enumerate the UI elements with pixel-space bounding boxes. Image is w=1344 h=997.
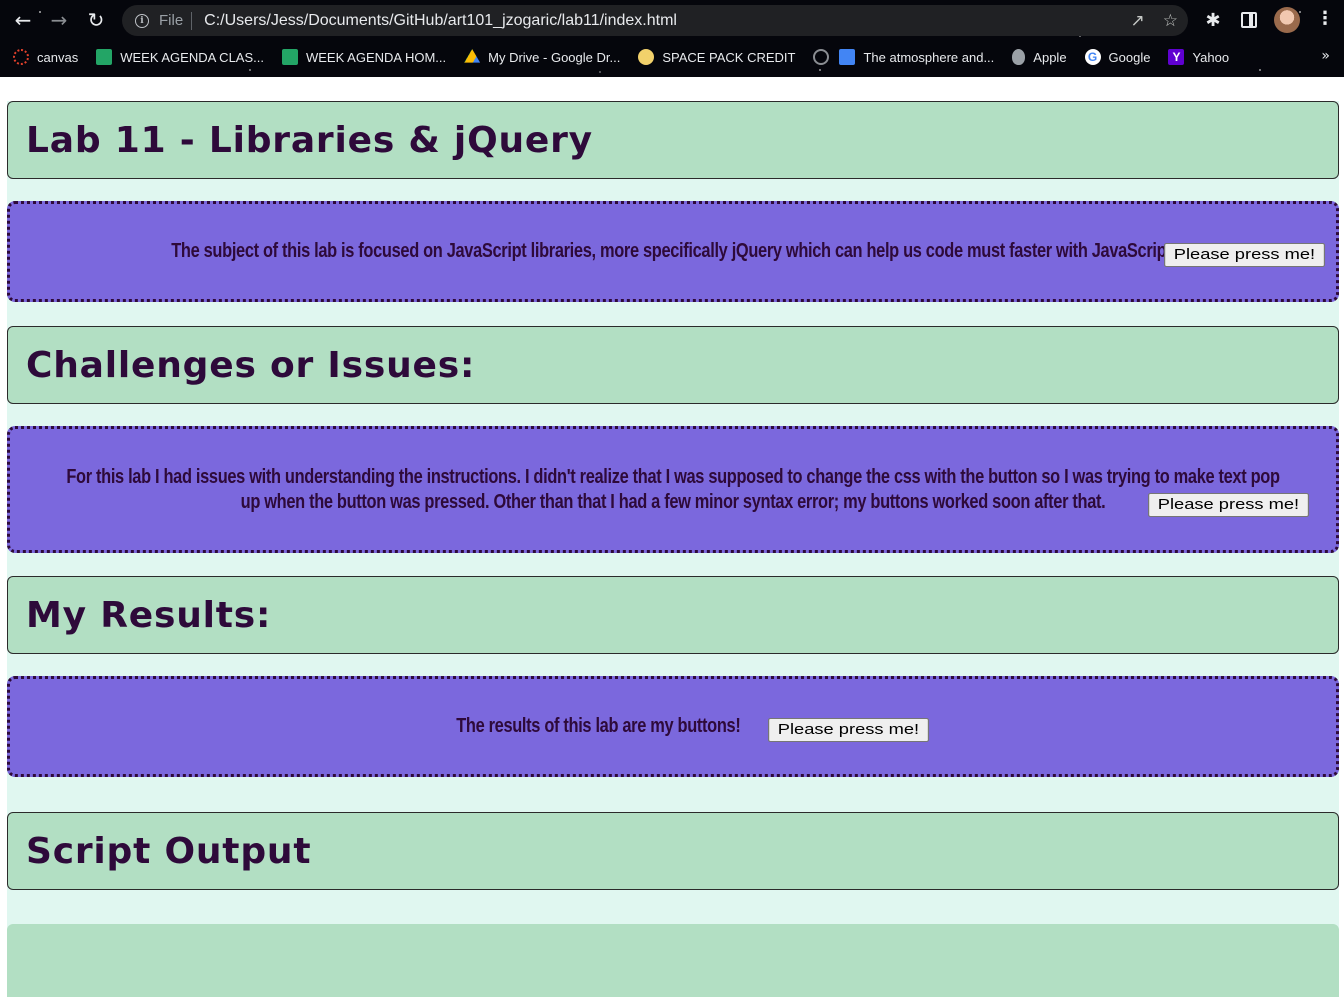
challenges-paragraph: For this lab I had issues with understan…	[62, 465, 1284, 515]
intro-paragraph: The subject of this lab is focused on Ja…	[170, 239, 1176, 264]
press-button-intro[interactable]: Please press me!	[1164, 243, 1326, 267]
bookmark-yahoo[interactable]: Y Yahoo	[1168, 49, 1229, 65]
google-drive-icon	[464, 49, 481, 63]
bookmark-canvas[interactable]: canvas	[13, 49, 78, 65]
script-output-area	[7, 924, 1339, 997]
profile-avatar[interactable]	[1274, 7, 1300, 33]
more-bookmarks-icon[interactable]: »	[1321, 48, 1330, 64]
bookmark-label: canvas	[37, 49, 79, 65]
google-sheets-icon	[281, 49, 298, 65]
web-page: Lab 11 - Libraries & jQuery The subject …	[0, 77, 1344, 997]
extensions-icon[interactable]: ✱	[1200, 7, 1226, 33]
bookmark-atmosphere[interactable]: The atmosphere and...	[839, 49, 994, 65]
press-button-challenges[interactable]: Please press me!	[1148, 493, 1309, 517]
bookmark-week-agenda-class[interactable]: WEEK AGENDA CLAS...	[96, 49, 264, 65]
bookmarks-bar: canvas WEEK AGENDA CLAS... WEEK AGENDA H…	[0, 45, 1344, 69]
bookmark-star-icon[interactable]: ☆	[1163, 11, 1178, 31]
bookmark-week-agenda-home[interactable]: WEEK AGENDA HOM...	[281, 49, 447, 65]
challenges-heading-box: Challenges or Issues:	[7, 326, 1339, 404]
address-divider	[191, 11, 193, 30]
bookmark-label: The atmosphere and...	[863, 49, 995, 65]
challenges-box: For this lab I had issues with understan…	[7, 426, 1339, 553]
press-button-results[interactable]: Please press me!	[768, 718, 929, 742]
bookmark-label: Apple	[1033, 49, 1067, 65]
reload-icon[interactable]: ↻	[82, 6, 110, 34]
intro-text: The subject of this lab is focused on Ja…	[170, 240, 1176, 262]
intro-box: The subject of this lab is focused on Ja…	[7, 201, 1339, 302]
bookmark-globe[interactable]	[813, 49, 830, 65]
bookmark-my-drive[interactable]: My Drive - Google Dr...	[464, 49, 620, 65]
challenges-heading: Challenges or Issues:	[26, 344, 476, 386]
menu-icon[interactable]: ⋮	[1316, 8, 1334, 29]
bookmark-label: My Drive - Google Dr...	[488, 49, 621, 65]
back-icon[interactable]: ←	[9, 6, 37, 34]
url-text[interactable]: C:/Users/Jess/Documents/GitHub/art101_jz…	[204, 12, 677, 30]
apple-icon	[1012, 49, 1026, 65]
bookmark-label: Google	[1108, 49, 1151, 65]
address-bar[interactable]: i File C:/Users/Jess/Documents/GitHub/ar…	[122, 5, 1188, 36]
side-panel-icon[interactable]	[1241, 12, 1257, 28]
scheme-label: File	[159, 12, 184, 29]
browser-chrome: ← → ↻ i File C:/Users/Jess/Documents/Git…	[0, 0, 1344, 77]
challenges-text: For this lab I had issues with understan…	[66, 465, 1280, 513]
yahoo-icon: Y	[1168, 49, 1185, 65]
output-heading: Script Output	[26, 830, 312, 872]
output-heading-box: Script Output	[7, 812, 1339, 890]
globe-icon	[813, 49, 830, 65]
results-box: The results of this lab are my buttons! …	[7, 676, 1339, 777]
results-text: The results of this lab are my buttons!	[455, 715, 741, 737]
bookmark-label: Yahoo	[1192, 49, 1230, 65]
character-icon	[638, 49, 655, 65]
title-box: Lab 11 - Libraries & jQuery	[7, 101, 1339, 179]
forward-icon[interactable]: →	[45, 6, 73, 34]
google-docs-icon	[839, 49, 856, 65]
bookmark-label: WEEK AGENDA CLAS...	[120, 49, 264, 65]
bookmark-apple[interactable]: Apple	[1012, 49, 1067, 65]
share-icon[interactable]: ↗	[1131, 11, 1145, 31]
google-sheets-icon	[96, 49, 113, 65]
bookmark-label: WEEK AGENDA HOM...	[305, 49, 447, 65]
site-info-icon[interactable]: i	[135, 13, 149, 28]
bookmark-space-pack-credit[interactable]: SPACE PACK CREDIT	[638, 49, 795, 65]
bookmark-label: SPACE PACK CREDIT	[662, 49, 796, 65]
page-title: Lab 11 - Libraries & jQuery	[26, 119, 593, 161]
results-heading-box: My Results:	[7, 576, 1339, 654]
results-paragraph: The results of this lab are my buttons!	[455, 714, 741, 739]
canvas-icon	[13, 49, 29, 65]
results-heading: My Results:	[26, 594, 272, 636]
google-icon: G	[1084, 49, 1101, 65]
bookmark-google[interactable]: G Google	[1084, 49, 1151, 65]
